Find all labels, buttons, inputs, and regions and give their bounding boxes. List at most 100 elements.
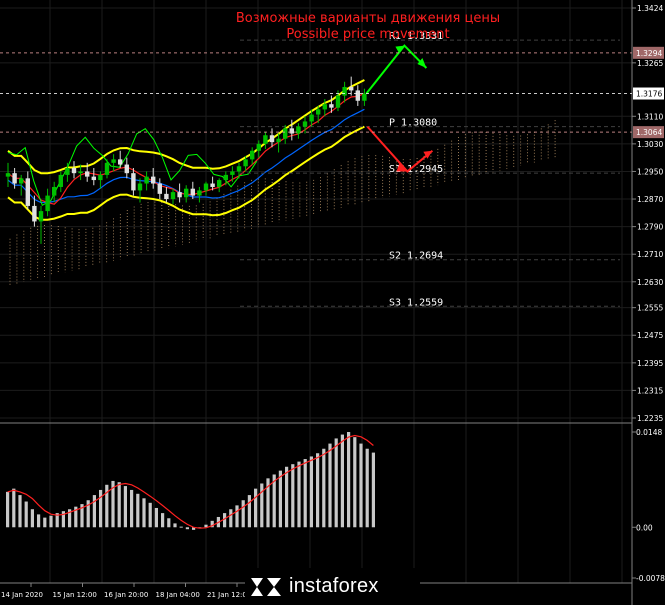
candle-body xyxy=(38,211,44,222)
candle-body xyxy=(283,128,288,139)
macd-bar xyxy=(92,495,96,528)
instaforex-logo-text: instaforex xyxy=(289,575,379,597)
title-ru: Возможные варианты движения цены xyxy=(236,11,500,26)
candle-body xyxy=(250,150,255,160)
price-marker-label: 1.3294 xyxy=(636,49,662,58)
macd-bar xyxy=(241,500,245,528)
candle-body xyxy=(362,93,367,101)
macd-bar xyxy=(309,456,313,528)
candle-body xyxy=(131,173,136,191)
macd-tick-label: 0.00 xyxy=(636,523,653,532)
candle-body xyxy=(236,166,242,172)
candle-body xyxy=(316,109,321,115)
macd-bar xyxy=(12,488,16,528)
candle-body xyxy=(85,171,90,177)
macd-bar xyxy=(285,466,289,528)
candle-body xyxy=(309,114,314,122)
macd-bar xyxy=(99,489,103,528)
candle-body xyxy=(342,86,347,96)
price-tick-label: 1.2395 xyxy=(637,359,663,368)
candle-body xyxy=(124,164,129,174)
macd-bar xyxy=(130,489,134,528)
time-tick-label: 16 Jan 20:00 xyxy=(104,591,148,599)
macd-bar xyxy=(179,526,183,528)
candle-body xyxy=(58,174,63,187)
macd-bar xyxy=(278,470,282,528)
price-tick-label: 1.3030 xyxy=(637,140,663,149)
macd-bar xyxy=(49,515,53,528)
candle-body xyxy=(111,159,116,163)
candle-body xyxy=(137,183,143,191)
candle-body xyxy=(25,178,30,206)
candle-body xyxy=(329,104,334,108)
candles xyxy=(5,76,367,244)
candle-body xyxy=(71,168,77,174)
candle-body xyxy=(12,173,17,184)
instaforex-logo: instaforex xyxy=(245,568,420,605)
price-tick-label: 1.2630 xyxy=(637,278,663,287)
candle-body xyxy=(349,86,354,91)
macd-bar xyxy=(167,518,171,528)
price-marker-label: 1.3176 xyxy=(636,90,662,99)
price-tick-label: 1.3265 xyxy=(637,59,663,68)
time-tick-label: 18 Jan 04:00 xyxy=(156,591,200,599)
candle-body xyxy=(243,159,248,167)
candle-body xyxy=(256,143,261,151)
candle-body xyxy=(190,188,195,196)
macd-bar xyxy=(328,443,332,528)
price-tick-label: 1.2790 xyxy=(637,223,663,232)
price-axis[interactable]: 1.3424 1.3265 1.3110 1.3030 1.2950 1.2870 1.27… xyxy=(0,4,664,423)
macd-axis[interactable]: 0.0148 0.00 -0.00788 xyxy=(632,428,665,583)
candle-body xyxy=(5,173,11,177)
candle-body xyxy=(45,195,50,212)
macd-bar xyxy=(254,488,258,528)
macd-bar xyxy=(316,453,320,528)
candle-body xyxy=(144,176,149,184)
candle-body xyxy=(170,192,176,200)
candle-body xyxy=(32,205,37,222)
macd-bar xyxy=(24,501,28,528)
candle-body xyxy=(177,192,182,198)
candle-body xyxy=(164,193,169,200)
candle-body xyxy=(217,180,222,187)
macd-bar xyxy=(340,434,344,528)
time-tick-label: 14 Jan 2020 xyxy=(1,591,43,599)
price-tick-label: 1.2710 xyxy=(637,250,663,259)
candle-body xyxy=(230,171,235,175)
macd-bar xyxy=(142,498,146,528)
macd-bar xyxy=(117,482,121,528)
macd-bar xyxy=(322,448,326,528)
price-marker-label: 1.3064 xyxy=(636,128,662,137)
pivot-label-s3: S3 1.2559 xyxy=(389,297,443,308)
candle-body xyxy=(197,190,202,196)
candle-body xyxy=(98,174,103,181)
candle-body xyxy=(157,183,162,194)
price-tick-label: 1.3424 xyxy=(637,4,663,13)
pivot-label-p: P 1.3080 xyxy=(389,118,437,129)
macd-bar xyxy=(43,517,47,528)
macd-bar xyxy=(37,514,41,528)
candle-body xyxy=(91,176,96,181)
macd-tick-label: 0.0148 xyxy=(636,428,662,437)
candle-body xyxy=(335,95,341,108)
macd-bar xyxy=(303,459,307,528)
macd-bar xyxy=(6,491,10,528)
price-tick-label: 1.2315 xyxy=(637,386,663,395)
price-tick-label: 1.2475 xyxy=(637,331,663,340)
macd-bar xyxy=(136,493,140,528)
price-tick-label: 1.2555 xyxy=(637,304,663,313)
candle-body xyxy=(322,104,327,110)
price-chart-svg: R1 1.3331P 1.3080S1 1.2945S2 1.2694S3 1.… xyxy=(0,0,665,605)
macd-bar xyxy=(297,461,301,528)
price-tick-label: 1.2235 xyxy=(637,414,663,423)
macd-bar xyxy=(291,464,295,528)
macd-bar xyxy=(30,509,34,528)
chikou-line xyxy=(7,128,258,207)
macd-bar xyxy=(371,452,375,528)
candle-body xyxy=(19,178,24,184)
macd-bar xyxy=(235,505,239,528)
candle-body xyxy=(65,168,70,175)
candle-body xyxy=(203,183,209,191)
macd-bar xyxy=(161,513,165,528)
pivot-levels: R1 1.3331P 1.3080S1 1.2945S2 1.2694S3 1.… xyxy=(240,31,620,308)
